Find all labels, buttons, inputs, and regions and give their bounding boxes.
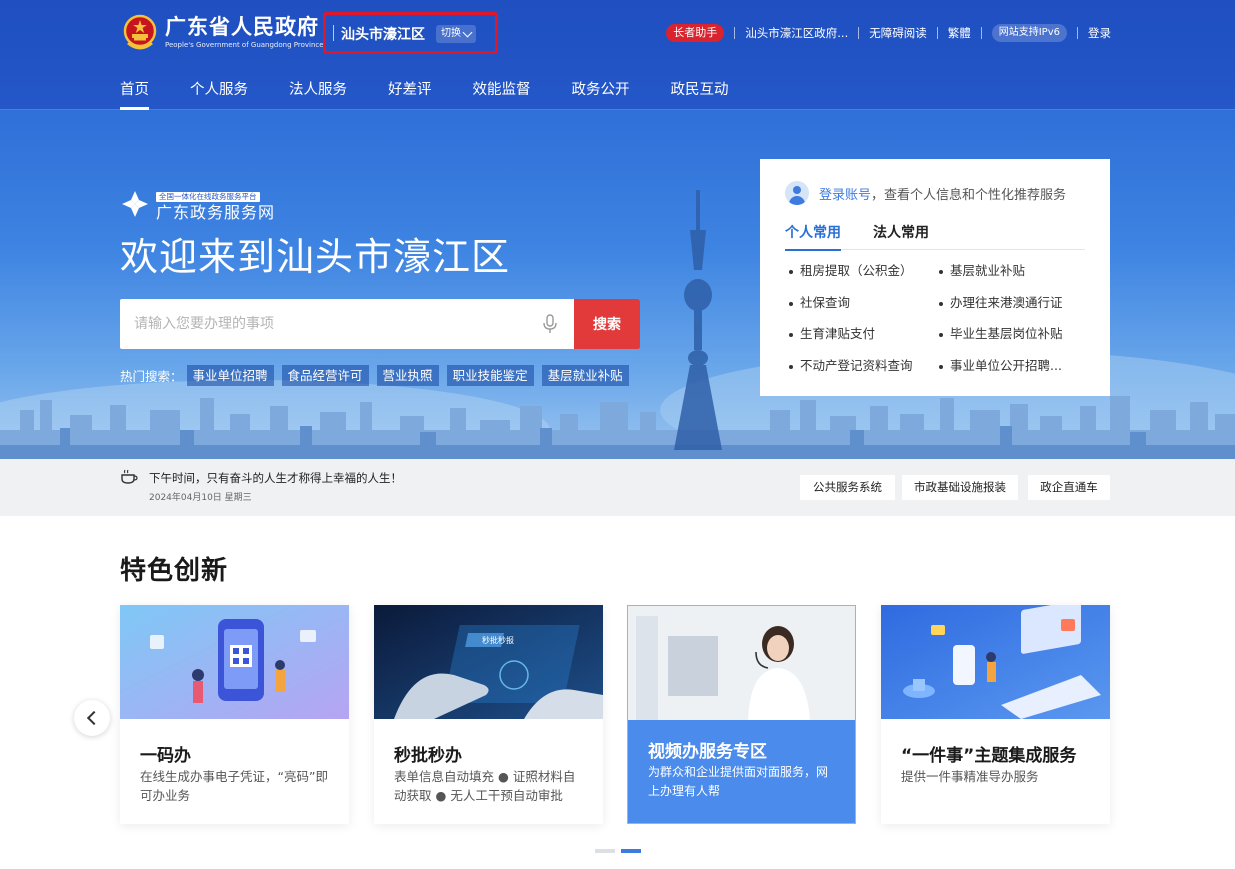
region-selector[interactable]: 汕头市濠江区 切换 <box>323 12 498 54</box>
hot-tag[interactable]: 事业单位招聘 <box>186 365 274 386</box>
card-title: “一件事”主题集成服务 <box>901 746 1077 766</box>
card-description: 表单信息自动填充 ● 证照材料自动获取 ● 无人工干预自动审批 <box>394 769 576 803</box>
current-date: 2024年04月10日 星期三 <box>149 493 252 503</box>
tab-legal-common[interactable]: 法人常用 <box>873 222 929 250</box>
nav-item-personal[interactable]: 个人服务 <box>190 78 248 110</box>
accessible-reading-link[interactable]: 无障碍阅读 <box>869 25 927 41</box>
card-title: 一码办 <box>140 746 191 766</box>
list-item[interactable]: 办理往来港澳通行证 <box>938 294 1088 313</box>
hot-searches: 热门搜索： 事业单位招聘 食品经营许可 营业执照 职业技能鉴定 基层就业补贴 <box>120 365 637 386</box>
divider <box>333 25 334 41</box>
hero-banner: 全国一体化在线政务服务平台 广东政务服务网 欢迎来到汕头市濠江区 搜索 热门搜索… <box>0 110 1235 459</box>
platform-logo-icon <box>122 190 148 217</box>
elder-assistant-button[interactable]: 长者助手 <box>666 24 725 42</box>
microphone-icon <box>543 314 557 333</box>
one-thing-service-illustration <box>881 605 1110 719</box>
card-title: 秒批秒办 <box>394 746 462 766</box>
municipal-facility-button[interactable]: 市政基础设施报装 <box>902 475 1018 500</box>
nav-item-rating[interactable]: 好差评 <box>388 78 432 110</box>
carousel-prev-button[interactable] <box>74 700 110 736</box>
logo-title: 广东省人民政府 <box>165 14 319 39</box>
instant-approval-illustration: 秒批秒报 <box>374 605 603 719</box>
divider <box>980 27 982 39</box>
section-title: 特色创新 <box>120 556 229 586</box>
feature-card-video-service[interactable]: 视频办服务专区 为群众和企业提供面对面服务，网上办理有人帮 <box>627 605 856 824</box>
carousel-dot-active[interactable] <box>621 849 641 853</box>
card-title: 视频办服务专区 <box>648 742 767 762</box>
user-avatar-icon <box>785 181 809 205</box>
public-service-system-button[interactable]: 公共服务系统 <box>800 475 895 500</box>
region-switch-button[interactable]: 切换 <box>436 25 476 43</box>
notice-strip: 下午时间，只有奋斗的人生才称得上幸福的人生！ 2024年04月10日 星期三 公… <box>0 459 1235 516</box>
search-bar: 搜索 <box>120 299 640 349</box>
divider <box>858 27 860 39</box>
carousel-dot[interactable] <box>595 849 615 853</box>
login-hint: ，查看个人信息和个性化推荐服务 <box>871 187 1067 203</box>
card-description: 在线生成办事电子凭证，“亮码”即可办业务 <box>140 769 328 803</box>
nav-item-home[interactable]: 首页 <box>120 78 149 110</box>
list-item[interactable]: 社保查询 <box>788 294 938 313</box>
platform-brand[interactable]: 全国一体化在线政务服务平台 广东政务服务网 <box>120 184 275 223</box>
feature-card-one-thing-service[interactable]: “一件事”主题集成服务 提供一件事精准导办服务 <box>881 605 1110 824</box>
card-description: 提供一件事精准导办服务 <box>901 769 1039 784</box>
login-link[interactable]: 登录 <box>1088 25 1111 41</box>
hot-tag[interactable]: 职业技能鉴定 <box>446 365 534 386</box>
national-emblem-icon <box>123 14 157 50</box>
list-item[interactable]: 生育津贴支付 <box>788 325 938 344</box>
teacup-icon <box>121 469 138 484</box>
chevron-down-icon <box>462 27 473 37</box>
region-name: 汕头市濠江区 <box>341 27 425 43</box>
divider <box>734 27 736 39</box>
nav-item-legal-person[interactable]: 法人服务 <box>289 78 347 110</box>
card-description: 为群众和企业提供面对面服务，网上办理有人帮 <box>648 765 829 798</box>
gov-enterprise-button[interactable]: 政企直通车 <box>1028 475 1110 500</box>
utility-bar: 长者助手 汕头市濠江区政府... 无障碍阅读 繁體 网站支持IPv6 登录 <box>666 24 1111 42</box>
hot-tag[interactable]: 营业执照 <box>376 365 439 386</box>
voice-search-button[interactable] <box>526 299 574 349</box>
qr-code-illustration <box>120 605 349 719</box>
list-item[interactable]: 毕业生基层岗位补贴 <box>938 325 1088 344</box>
tab-personal-common[interactable]: 个人常用 <box>785 222 841 251</box>
search-button[interactable]: 搜索 <box>574 299 640 349</box>
platform-tag: 全国一体化在线政务服务平台 <box>156 192 260 202</box>
divider <box>1077 27 1078 39</box>
welcome-heading: 欢迎来到汕头市濠江区 <box>120 235 511 279</box>
nav-item-gov-affairs[interactable]: 政务公开 <box>572 78 630 110</box>
login-account-link[interactable]: 登录账号 <box>819 184 871 203</box>
nav-item-interaction[interactable]: 政民互动 <box>671 78 729 110</box>
common-services-list: 租房提取（公积金） 基层就业补贴 社保查询 办理往来港澳通行证 生育津贴支付 毕… <box>788 262 1088 375</box>
ipv6-badge: 网站支持IPv6 <box>991 24 1067 42</box>
image-caption: 秒批秒报 <box>482 635 514 645</box>
carousel-pagination <box>595 849 641 853</box>
platform-name: 广东政务服务网 <box>156 203 276 222</box>
hot-tag[interactable]: 食品经营许可 <box>281 365 369 386</box>
login-card: 登录账号 ，查看个人信息和个性化推荐服务 个人常用 法人常用 租房提取（公积金）… <box>760 159 1110 396</box>
list-item[interactable]: 事业单位公开招聘... <box>938 357 1088 376</box>
list-item[interactable]: 租房提取（公积金） <box>788 262 938 281</box>
local-gov-link[interactable]: 汕头市濠江区政府... <box>745 25 848 41</box>
logo-subtitle: People's Government of Guangdong Provinc… <box>165 40 324 49</box>
feature-card-qr-code[interactable]: 一码办 在线生成办事电子凭证，“亮码”即可办业务 <box>120 605 349 824</box>
list-item[interactable]: 基层就业补贴 <box>938 262 1088 281</box>
nav-item-supervision[interactable]: 效能监督 <box>473 78 531 110</box>
top-header: 广东省人民政府 People's Government of Guangdong… <box>0 0 1235 110</box>
list-item[interactable]: 不动产登记资料查询 <box>788 357 938 376</box>
login-prompt: 登录账号 ，查看个人信息和个性化推荐服务 <box>785 181 1066 205</box>
divider <box>936 27 938 39</box>
region-switch-label: 切换 <box>441 28 461 39</box>
hot-search-label: 热门搜索： <box>120 369 183 384</box>
traditional-chinese-link[interactable]: 繁體 <box>948 25 971 41</box>
feature-card-instant-approval[interactable]: 秒批秒报 秒批秒办 表单信息自动填充 ● 证照材料自动获取 ● 无人工干预自动审… <box>374 605 603 824</box>
video-service-illustration <box>628 606 855 720</box>
hot-tag[interactable]: 基层就业补贴 <box>541 365 629 386</box>
main-nav: 首页 个人服务 法人服务 好差评 效能监督 政务公开 政民互动 <box>120 78 770 110</box>
common-services-tabs: 个人常用 法人常用 <box>785 222 1085 251</box>
greeting-message: 下午时间，只有奋斗的人生才称得上幸福的人生！ <box>149 471 402 485</box>
search-input[interactable] <box>120 299 526 349</box>
site-logo[interactable]: 广东省人民政府 People's Government of Guangdong… <box>122 13 324 51</box>
